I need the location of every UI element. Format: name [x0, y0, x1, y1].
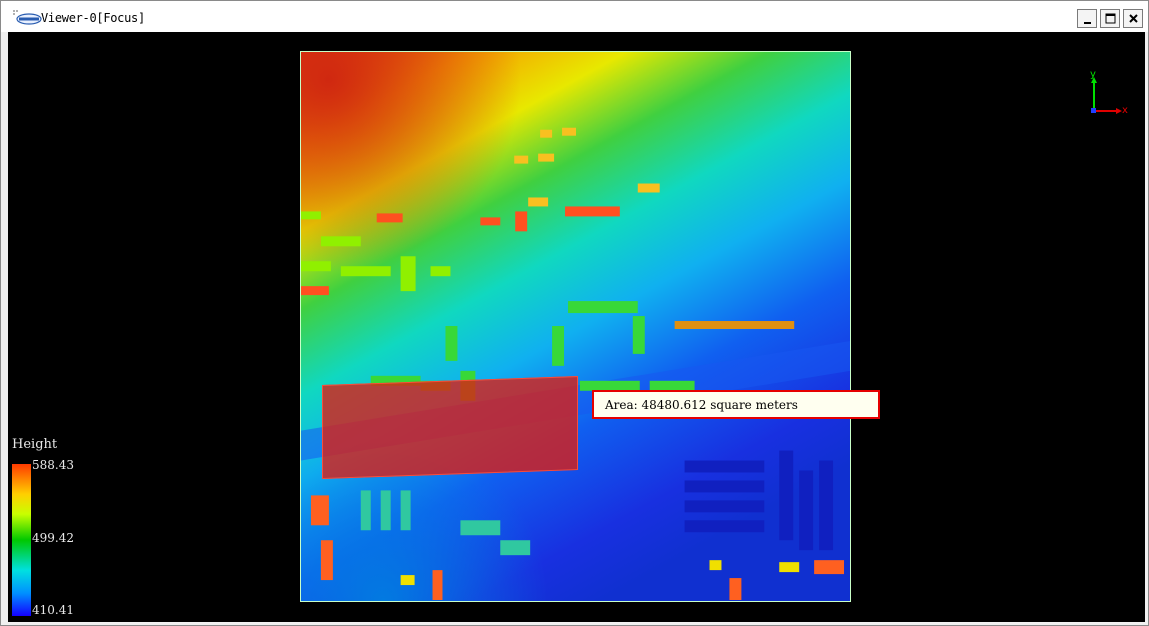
point-cloud-map[interactable]	[300, 51, 851, 602]
axis-gizmo-icon: y x	[1090, 69, 1128, 116]
area-measurement-label: Area: 48480.612 square meters	[592, 390, 880, 419]
maximize-icon	[1105, 13, 1116, 24]
title-bar[interactable]: Viewer-0[Focus]	[1, 1, 1148, 32]
close-icon	[1129, 14, 1138, 23]
window-title: Viewer-0[Focus]	[41, 11, 145, 25]
minimize-icon	[1084, 22, 1091, 24]
height-colored-point-cloud	[301, 52, 850, 601]
area-measurement-text: Area: 48480.612 square meters	[605, 398, 798, 412]
minimize-button[interactable]	[1077, 9, 1097, 28]
legend-mid-label: 499.42	[32, 531, 74, 545]
axis-y-label: y	[1090, 69, 1096, 80]
axis-x-label: x	[1122, 105, 1128, 116]
legend-max-label: 588.43	[32, 458, 74, 472]
height-color-scale	[12, 464, 31, 616]
legend-title: Height	[12, 437, 58, 452]
area-selection-polygon[interactable]	[322, 376, 578, 479]
close-button[interactable]	[1123, 9, 1143, 28]
viewer-window: Viewer-0[Focus] Area: 48480.612 square m…	[0, 0, 1149, 626]
lidar-app-icon	[13, 10, 42, 25]
legend-min-label: 410.41	[32, 603, 74, 617]
point-cloud-viewport[interactable]: Area: 48480.612 square meters Height 588…	[8, 32, 1145, 622]
maximize-button[interactable]	[1100, 9, 1120, 28]
